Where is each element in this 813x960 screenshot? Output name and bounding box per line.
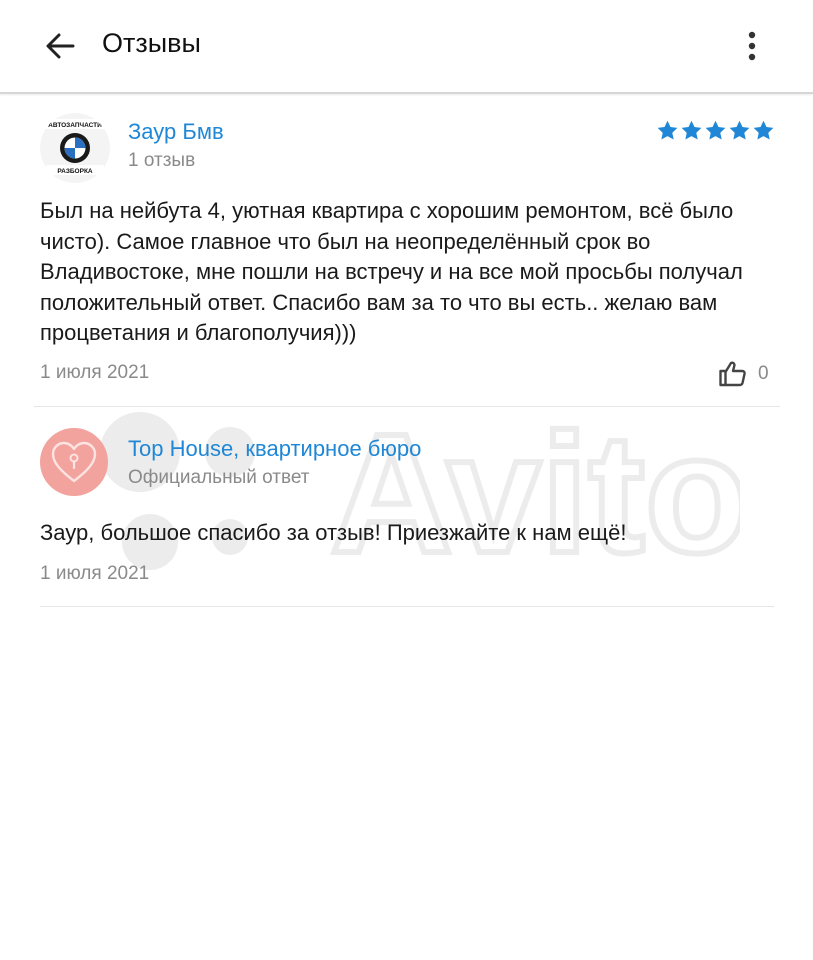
reviewer-name[interactable]: Заур Бмв [128, 119, 224, 145]
star-icon [705, 120, 726, 140]
watermark-text: Avito [330, 399, 740, 582]
app-header: Отзывы [0, 0, 813, 94]
divider [34, 406, 780, 407]
divider [40, 606, 774, 607]
reply-avatar[interactable] [40, 428, 108, 496]
reply-text: Заур, большое спасибо за отзыв! Приезжай… [40, 520, 627, 545]
arrow-left-icon [46, 33, 75, 59]
like-button[interactable]: 0 [718, 359, 769, 389]
reply-date: 1 июля 2021 [40, 563, 150, 584]
star-icon [681, 120, 702, 140]
review-date: 1 июля 2021 [40, 362, 150, 383]
review-text: Был на нейбута 4, уютная квартира с хоро… [40, 198, 743, 345]
svg-text:АВТОЗАПЧАСТИ: АВТОЗАПЧАСТИ [48, 122, 102, 129]
more-vertical-icon [748, 31, 756, 61]
reply-author-name[interactable]: Top House, квартирное бюро [128, 436, 421, 462]
thumbs-up-icon [719, 361, 746, 387]
official-reply-label: Официальный ответ [128, 467, 310, 488]
reviewer-review-count: 1 отзыв [128, 150, 196, 171]
svg-text:РАЗБОРКА: РАЗБОРКА [57, 168, 93, 175]
star-icon [753, 120, 774, 140]
star-icon [729, 120, 750, 140]
back-button[interactable] [38, 24, 82, 68]
rating-stars [656, 119, 775, 142]
bmw-logo-icon: АВТОЗАПЧАСТИ РАЗБОРКА [40, 113, 110, 183]
page-title: Отзывы [102, 28, 201, 58]
star-icon [657, 120, 678, 140]
heart-lock-icon [51, 441, 97, 483]
like-count: 0 [758, 363, 769, 384]
more-options-button[interactable] [736, 26, 768, 66]
reviewer-avatar[interactable]: АВТОЗАПЧАСТИ РАЗБОРКА [40, 113, 110, 183]
reviews-screen: Отзывы Avito АВТОЗАПЧАСТИ РАЗБОРКА Заур … [0, 0, 813, 960]
